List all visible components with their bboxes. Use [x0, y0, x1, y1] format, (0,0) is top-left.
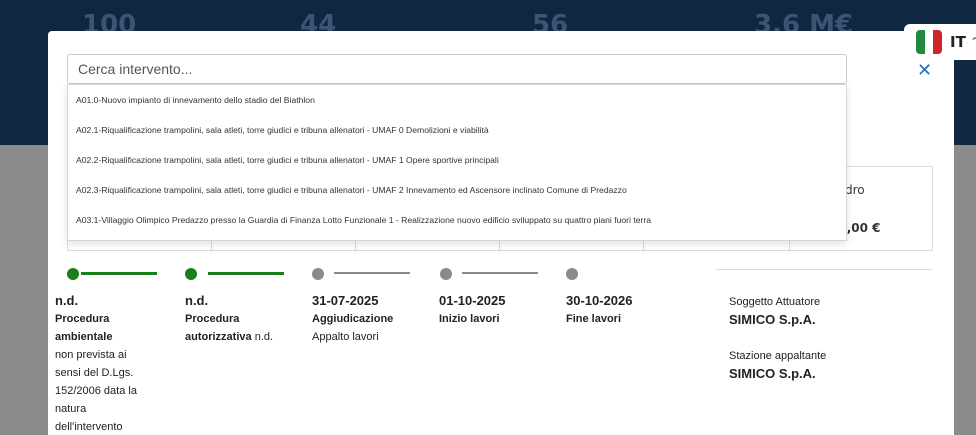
step-authorization: n.d. Procedura autorizzativa n.d.	[185, 291, 273, 346]
details-divider	[716, 269, 932, 270]
close-icon[interactable]: ✕	[917, 62, 932, 80]
detail-label: Stazione appaltante	[729, 350, 827, 362]
detail-value: SIMICO S.p.A.	[729, 366, 816, 381]
step-date: n.d.	[185, 293, 209, 308]
step-work-end: 30-10-2026 Fine lavori	[566, 291, 633, 328]
step-done-line	[208, 272, 284, 275]
italy-flag-icon	[916, 30, 942, 54]
detail-value: SIMICO S.p.A.	[729, 312, 816, 327]
step-date: 01-10-2025	[439, 293, 506, 308]
soggetto-attuatore: Soggetto Attuatore SIMICO S.p.A.	[729, 296, 820, 327]
step-pending-dot	[566, 268, 578, 280]
language-switcher[interactable]: IT ⌃	[904, 24, 976, 60]
step-pending-dot	[440, 268, 452, 280]
dropdown-item[interactable]: A02.3-Riqualificazione trampolini, sala …	[68, 175, 846, 205]
step-work-start: 01-10-2025 Inizio lavori	[439, 291, 506, 328]
step-pending-line	[462, 272, 538, 274]
step-title: Aggiudicazione	[312, 313, 394, 325]
stazione-appaltante: Stazione appaltante SIMICO S.p.A.	[729, 350, 826, 381]
step-title: autorizzativa	[185, 331, 252, 343]
search-input[interactable]	[67, 54, 847, 84]
step-note: Appalto lavori	[312, 331, 379, 343]
step-done-line	[81, 272, 157, 275]
step-pending-dot	[312, 268, 324, 280]
step-note: 152/2006 data la	[55, 385, 137, 397]
dropdown-item[interactable]: A02.2-Riqualificazione trampolini, sala …	[68, 145, 846, 175]
step-title: ambientale	[55, 331, 113, 343]
dropdown-item[interactable]: A01.0-Nuovo impianto di innevamento dell…	[68, 85, 846, 115]
step-done-dot	[67, 268, 79, 280]
step-title: Fine lavori	[566, 313, 622, 325]
step-title: Procedura	[55, 313, 110, 325]
step-note: sensi del D.Lgs.	[55, 367, 134, 379]
step-note: natura	[55, 403, 87, 415]
dropdown-item[interactable]: A02.1-Riqualificazione trampolini, sala …	[68, 115, 846, 145]
step-note: dell'intervento	[55, 421, 123, 433]
step-title: Procedura	[185, 313, 240, 325]
step-date: n.d.	[55, 293, 79, 308]
step-pending-line	[334, 272, 410, 274]
dropdown-item[interactable]: A03.1-Villaggio Olimpico Predazzo presso…	[68, 205, 846, 235]
language-code: IT	[950, 33, 966, 51]
step-done-dot	[185, 268, 197, 280]
step-date: 31-07-2025	[312, 293, 379, 308]
step-note: n.d.	[251, 331, 274, 343]
step-title: Inizio lavori	[439, 313, 500, 325]
step-date: 30-10-2026	[566, 293, 633, 308]
search-dropdown: A01.0-Nuovo impianto di innevamento dell…	[67, 84, 847, 241]
chevron-up-icon: ⌃	[969, 35, 976, 49]
detail-label: Soggetto Attuatore	[729, 296, 821, 308]
step-note: non prevista ai	[55, 349, 127, 361]
step-environmental: n.d. Procedura ambientale non prevista a…	[55, 291, 137, 435]
step-award: 31-07-2025 Aggiudicazione Appalto lavori	[312, 291, 393, 346]
